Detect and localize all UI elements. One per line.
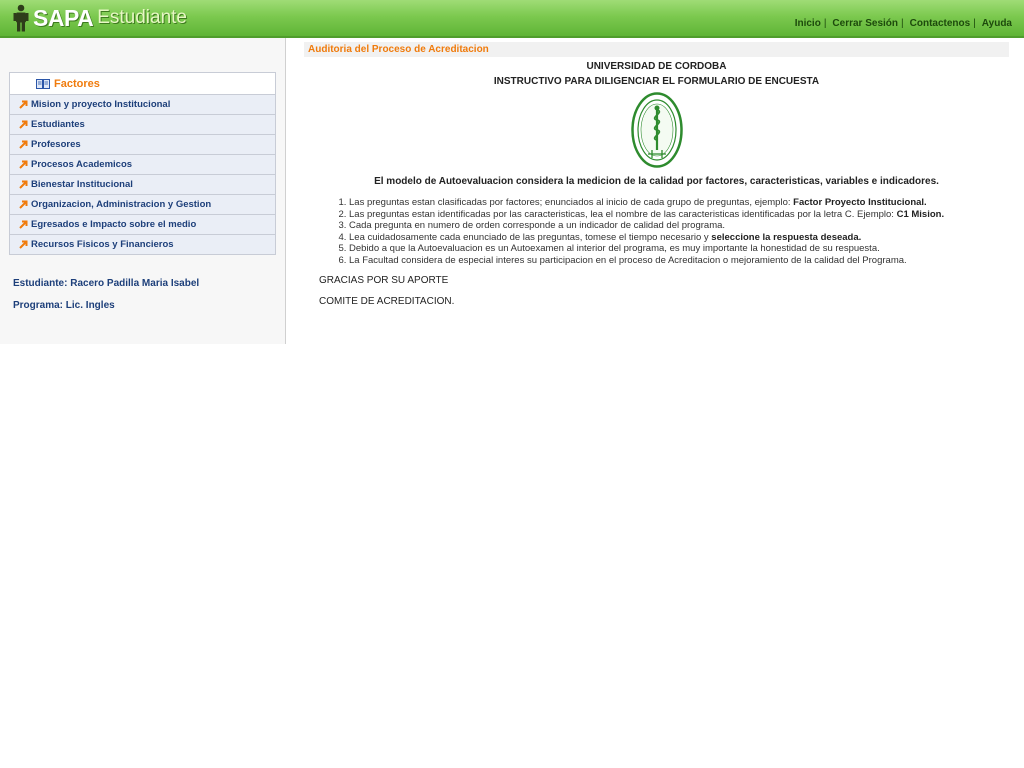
factors-heading: Factores	[10, 73, 275, 95]
orange-arrow-icon	[19, 160, 28, 169]
sidebar-item-profesores[interactable]: Profesores	[10, 135, 275, 155]
student-info: Estudiante: Racero Padilla Maria Isabel …	[13, 278, 199, 322]
sidebar-item-label: Egresados e Impacto sobre el medio	[31, 219, 197, 230]
factors-menu: Factores Mision y proyecto Institucional…	[9, 72, 276, 255]
orange-arrow-icon	[19, 100, 28, 109]
nav-separator: |	[901, 18, 904, 29]
list-item: Debido a que la Autoevaluacion es un Aut…	[349, 243, 1009, 255]
orange-arrow-icon	[19, 180, 28, 189]
sidebar-item-label: Profesores	[31, 139, 81, 150]
nav-separator: |	[823, 18, 827, 29]
orange-arrow-icon	[19, 240, 28, 249]
sidebar-item-recursos[interactable]: Recursos Fisicos y Financieros	[10, 235, 275, 254]
orange-arrow-icon	[19, 200, 28, 209]
instructive-header: UNIVERSIDAD DE CORDOBA INSTRUCTIVO PARA …	[304, 61, 1009, 87]
sidebar-item-label: Recursos Fisicos y Financieros	[31, 239, 174, 250]
student-program: Programa: Lic. Ingles	[13, 300, 115, 311]
nav-cerrar-sesion-link[interactable]: Cerrar Sesión	[832, 18, 898, 29]
list-item: Las preguntas estan clasificadas por fac…	[349, 197, 1009, 209]
sidebar-item-mision[interactable]: Mision y proyecto Institucional	[10, 95, 275, 115]
sidebar: Factores Mision y proyecto Institucional…	[0, 38, 286, 344]
nav-inicio-link[interactable]: Inicio	[795, 18, 821, 29]
university-seal-icon	[630, 92, 683, 168]
factors-heading-label: Factores	[54, 77, 100, 90]
nav-ayuda-link[interactable]: Ayuda	[982, 18, 1012, 29]
sidebar-item-label: Organizacion, Administracion y Gestion	[31, 199, 212, 210]
sidebar-item-procesos-academicos[interactable]: Procesos Academicos	[10, 155, 275, 175]
orange-arrow-icon	[19, 120, 28, 129]
sidebar-item-label: Procesos Academicos	[31, 159, 133, 170]
sidebar-item-label: Bienestar Institucional	[31, 179, 133, 190]
sidebar-item-organizacion[interactable]: Organizacion, Administracion y Gestion	[10, 195, 275, 215]
sidebar-item-egresados[interactable]: Egresados e Impacto sobre el medio	[10, 215, 275, 235]
sidebar-item-bienestar[interactable]: Bienestar Institucional	[10, 175, 275, 195]
logo-sapa-text: SAPA	[33, 4, 94, 31]
person-figure-icon	[13, 4, 29, 32]
sidebar-item-label: Estudiantes	[31, 119, 85, 130]
header-bar: SAPA Estudiante Inicio | Cerrar Sesión |…	[0, 0, 1024, 38]
orange-arrow-icon	[19, 140, 28, 149]
list-item: Cada pregunta en numero de orden corresp…	[349, 220, 1009, 232]
nav-separator: |	[973, 18, 976, 29]
intro-text: El modelo de Autoevaluacion considera la…	[374, 176, 939, 187]
logo-estudiante-text: Estudiante	[97, 7, 187, 28]
app-logo[interactable]: SAPA Estudiante	[12, 4, 187, 32]
nav-contactenos-link[interactable]: Contactenos	[910, 18, 971, 29]
instructive-title: INSTRUCTIVO PARA DILIGENCIAR EL FORMULAR…	[493, 76, 820, 87]
thanks-text: GRACIAS POR SU APORTE	[319, 275, 449, 286]
page-title: Auditoria del Proceso de Acreditacion	[304, 42, 1009, 57]
orange-arrow-icon	[19, 220, 28, 229]
list-item: Las preguntas estan identificadas por la…	[349, 209, 1009, 221]
committee-text: COMITE DE ACREDITACION.	[319, 296, 455, 307]
instructions-list: Las preguntas estan clasificadas por fac…	[349, 197, 1009, 266]
university-name: UNIVERSIDAD DE CORDOBA	[586, 61, 727, 72]
main-content: Auditoria del Proceso de Acreditacion UN…	[304, 42, 1009, 307]
top-navigation: Inicio | Cerrar Sesión | Contactenos | A…	[795, 18, 1012, 29]
list-item: Lea cuidadosamente cada enunciado de las…	[349, 232, 1009, 244]
student-name: Estudiante: Racero Padilla Maria Isabel	[13, 278, 200, 289]
book-icon	[36, 78, 50, 89]
sidebar-item-label: Mision y proyecto Institucional	[31, 99, 171, 110]
sidebar-item-estudiantes[interactable]: Estudiantes	[10, 115, 275, 135]
list-item: La Facultad considera de especial intere…	[349, 255, 1009, 267]
